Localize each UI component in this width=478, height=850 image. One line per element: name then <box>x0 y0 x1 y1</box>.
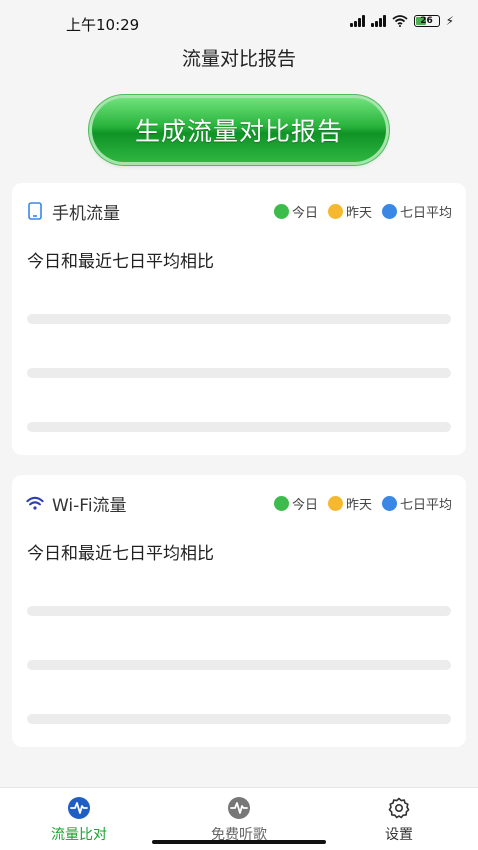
week-avg-bar <box>27 422 451 432</box>
wifi-data-card: Wi-Fi流量 今日 昨天 七日平均 今日和最近七日平均相比 <box>12 475 466 747</box>
gear-icon <box>387 796 411 820</box>
wifi-status-icon <box>391 15 408 27</box>
legend-today: 今日 <box>273 202 318 221</box>
legend-label: 昨天 <box>345 205 372 221</box>
card-subtitle: 今日和最近七日平均相比 <box>27 544 214 564</box>
music-pulse-icon <box>227 796 251 820</box>
nav-settings[interactable]: 设置 <box>339 796 459 844</box>
card-subtitle: 今日和最近七日平均相比 <box>27 252 214 272</box>
legend-dot-today <box>273 495 289 511</box>
legend-label: 今日 <box>291 205 318 221</box>
wifi-icon <box>26 494 44 512</box>
signal-icon <box>370 15 386 27</box>
legend-dot-today <box>273 203 289 219</box>
nav-label: 流量比对 <box>51 827 107 843</box>
legend-week-avg: 七日平均 <box>381 494 452 513</box>
today-bar <box>27 314 451 324</box>
card-title: Wi-Fi流量 <box>52 495 127 516</box>
nav-label: 设置 <box>385 827 413 843</box>
signal-icon <box>349 15 365 27</box>
nav-free-music[interactable]: 免费听歌 <box>179 796 299 844</box>
legend-today: 今日 <box>273 494 318 513</box>
legend-label: 今日 <box>291 497 318 513</box>
legend-label: 七日平均 <box>399 497 452 513</box>
legend-dot-week-avg <box>381 203 397 219</box>
today-bar <box>27 606 451 616</box>
yesterday-bar <box>27 368 451 378</box>
legend-week-avg: 七日平均 <box>381 202 452 221</box>
charging-icon: ⚡ <box>445 14 454 28</box>
card-header: Wi-Fi流量 今日 昨天 七日平均 <box>26 491 452 516</box>
legend-dot-week-avg <box>381 495 397 511</box>
home-indicator <box>152 840 326 844</box>
phone-icon <box>26 202 44 220</box>
card-header: 手机流量 今日 昨天 七日平均 <box>26 199 452 224</box>
status-icons: 26 ⚡ <box>349 14 454 28</box>
pulse-icon <box>67 796 91 820</box>
generate-report-button[interactable]: 生成流量对比报告 <box>92 98 386 162</box>
battery-icon: 26 <box>413 15 440 27</box>
card-title: 手机流量 <box>52 203 120 224</box>
yesterday-bar <box>27 660 451 670</box>
legend-label: 昨天 <box>345 497 372 513</box>
legend: 今日 昨天 七日平均 <box>273 202 452 221</box>
legend-yesterday: 昨天 <box>327 202 372 221</box>
legend-dot-yesterday <box>327 203 343 219</box>
status-time: 上午10:29 <box>66 16 140 34</box>
mobile-data-card: 手机流量 今日 昨天 七日平均 今日和最近七日平均相比 <box>12 183 466 455</box>
nav-traffic-compare[interactable]: 流量比对 <box>19 796 139 844</box>
week-avg-bar <box>27 714 451 724</box>
battery-level: 26 <box>420 16 433 26</box>
page-title: 流量对比报告 <box>181 48 296 70</box>
status-bar: 上午10:29 26 ⚡ <box>0 0 478 44</box>
legend-yesterday: 昨天 <box>327 494 372 513</box>
legend-dot-yesterday <box>327 495 343 511</box>
legend: 今日 昨天 七日平均 <box>273 494 452 513</box>
legend-label: 七日平均 <box>399 205 452 221</box>
